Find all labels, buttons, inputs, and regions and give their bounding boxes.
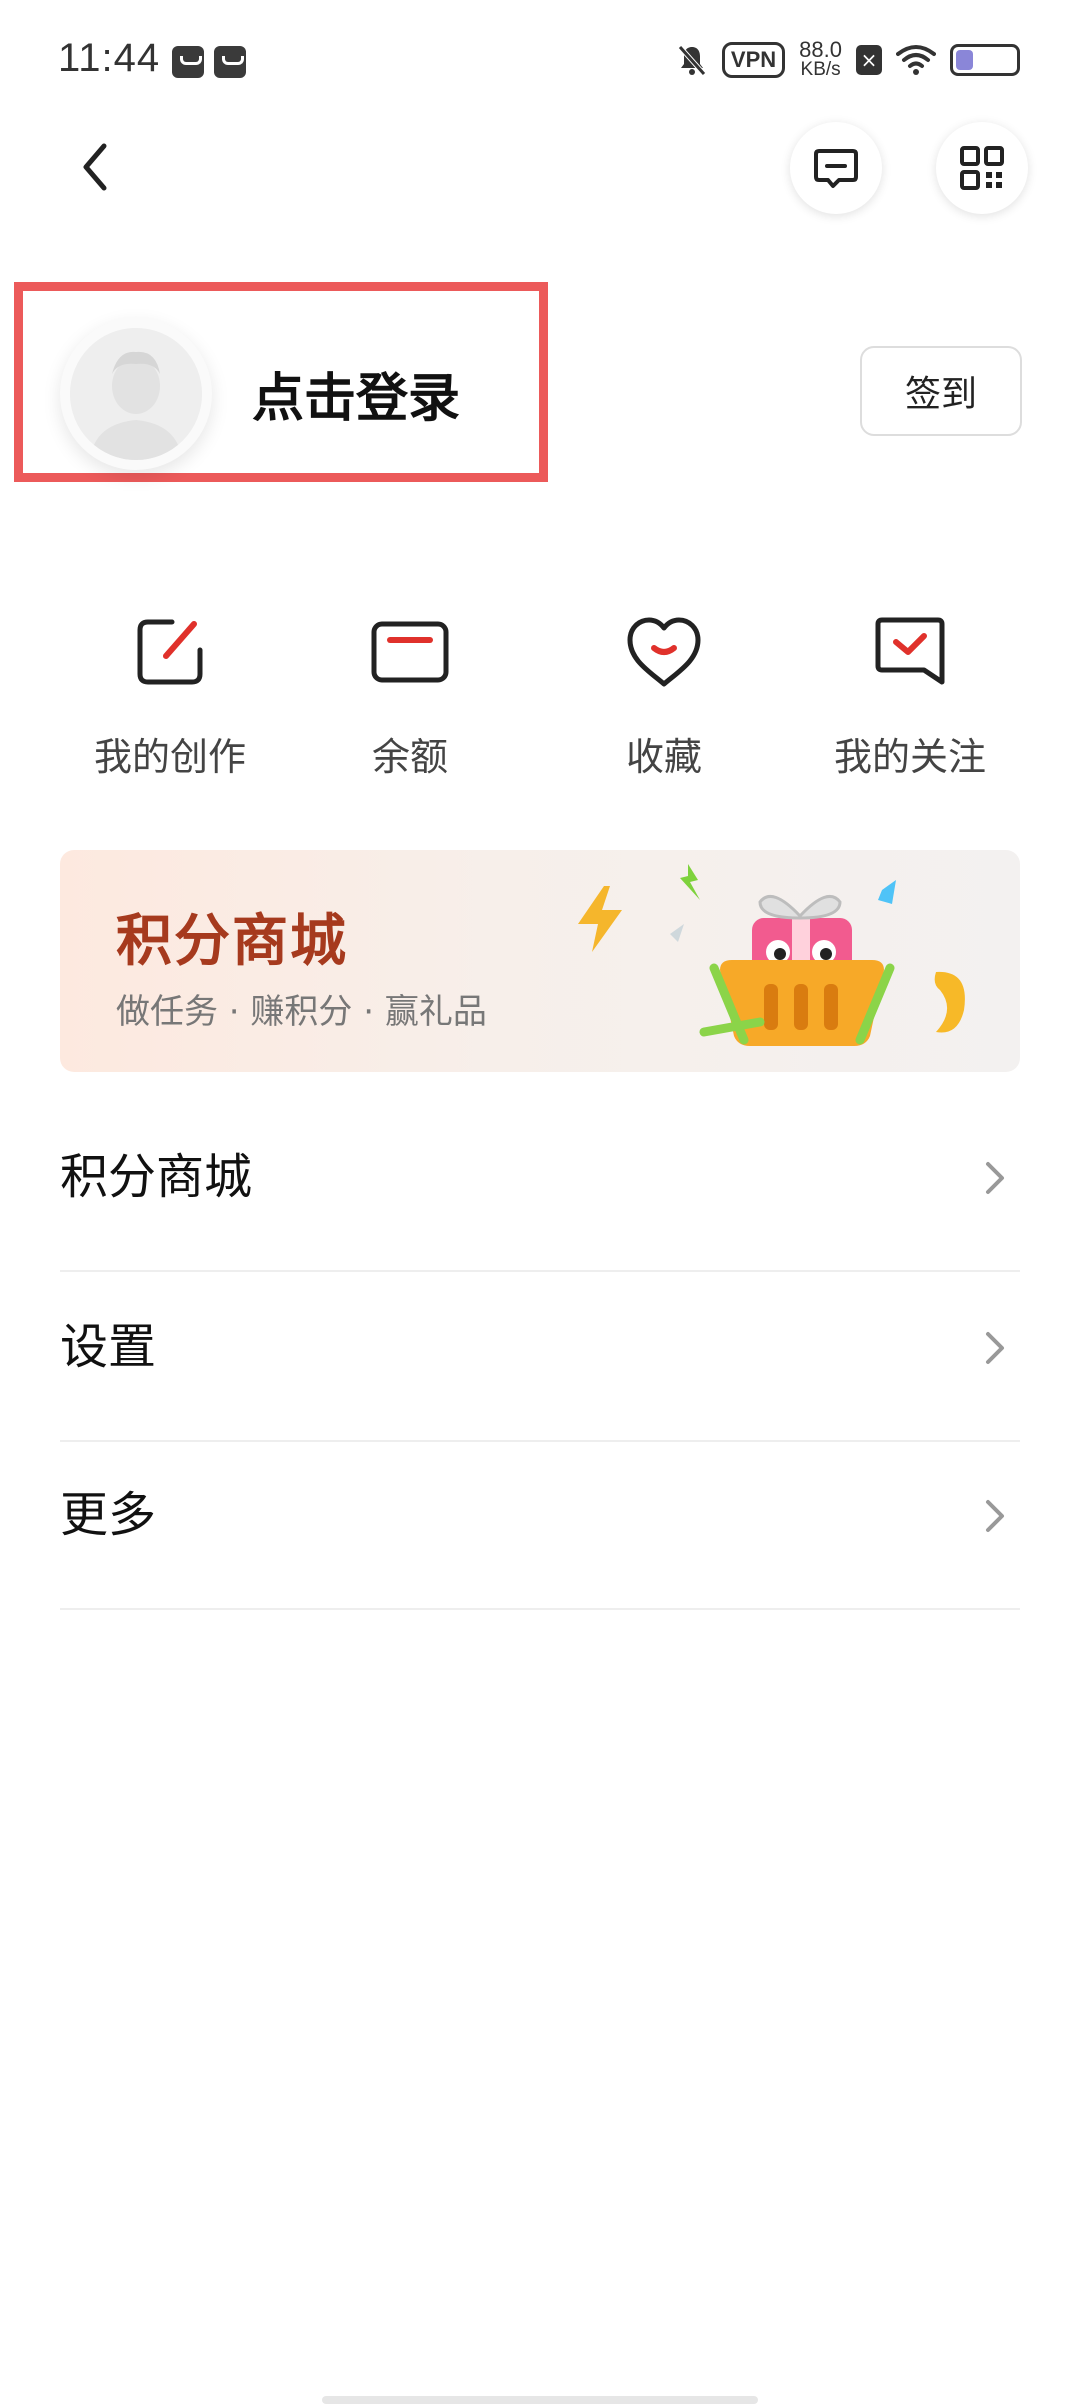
message-button[interactable] [790, 122, 882, 214]
checkin-button[interactable]: 签到 [860, 346, 1022, 436]
heart-icon [627, 617, 701, 687]
status-time: 11:44 [58, 36, 161, 80]
quick-action-following[interactable]: 我的关注 [790, 608, 1030, 781]
banner-subtitle: 做任务 · 赚积分 · 赢礼品 [116, 992, 487, 1032]
back-button[interactable] [66, 132, 136, 202]
chevron-left-icon [83, 143, 107, 191]
menu-item-label: 积分商城 [60, 1149, 253, 1205]
battery-icon [950, 44, 1020, 76]
qr-code-button[interactable] [936, 122, 1028, 214]
menu-item-settings[interactable]: 设置 [60, 1272, 1020, 1442]
lightning-icon [578, 886, 622, 952]
avatar[interactable] [60, 318, 212, 470]
chevron-right-icon [986, 1162, 1004, 1194]
menu-item-points-mall[interactable]: 积分商城 [60, 1102, 1020, 1272]
status-bar: 11:44 VPN 88.0 KB/s × [0, 0, 1080, 128]
quick-action-label: 我的创作 [93, 735, 246, 779]
menu-item-label: 设置 [60, 1319, 157, 1375]
qr-code-icon [960, 146, 1004, 190]
follow-icon [875, 617, 945, 685]
home-indicator[interactable] [322, 2396, 758, 2404]
quick-action-label: 收藏 [625, 735, 702, 779]
gift-basket-icon [670, 864, 965, 1046]
notification-app-icon [172, 46, 204, 78]
sim-off-icon: × [856, 45, 882, 75]
chevron-right-icon [986, 1500, 1004, 1532]
edit-icon [137, 619, 203, 685]
quick-action-label: 余额 [371, 735, 448, 779]
mute-icon [678, 45, 706, 76]
battery-level [956, 50, 973, 70]
vpn-icon: VPN [721, 42, 786, 78]
banner-title: 积分商城 [116, 909, 348, 974]
login-button[interactable]: 点击登录 [252, 356, 460, 431]
quick-action-favorites[interactable]: 收藏 [544, 608, 784, 781]
menu-item-label: 更多 [60, 1487, 157, 1543]
network-speed: 88.0 KB/s [799, 37, 842, 80]
default-avatar-icon [70, 328, 202, 460]
chevron-right-icon [986, 1332, 1004, 1364]
status-right-group: VPN 88.0 KB/s × [676, 37, 1020, 80]
menu-item-more[interactable]: 更多 [60, 1440, 1020, 1610]
network-speed-value: 88.0 [799, 37, 842, 62]
wallet-icon [371, 621, 449, 683]
profile-page: 11:44 VPN 88.0 KB/s × 点击登录 签到 我的创作 余额 收藏… [0, 0, 1080, 2408]
points-mall-banner[interactable]: 积分商城 做任务 · 赚积分 · 赢礼品 [60, 850, 1020, 1072]
quick-action-balance[interactable]: 余额 [290, 608, 530, 781]
quick-action-label: 我的关注 [833, 735, 986, 779]
message-app-icon [214, 46, 246, 78]
message-icon [814, 149, 858, 188]
wifi-icon [896, 45, 936, 75]
network-speed-unit: KB/s [800, 59, 841, 80]
quick-action-my-creations[interactable]: 我的创作 [50, 608, 290, 781]
